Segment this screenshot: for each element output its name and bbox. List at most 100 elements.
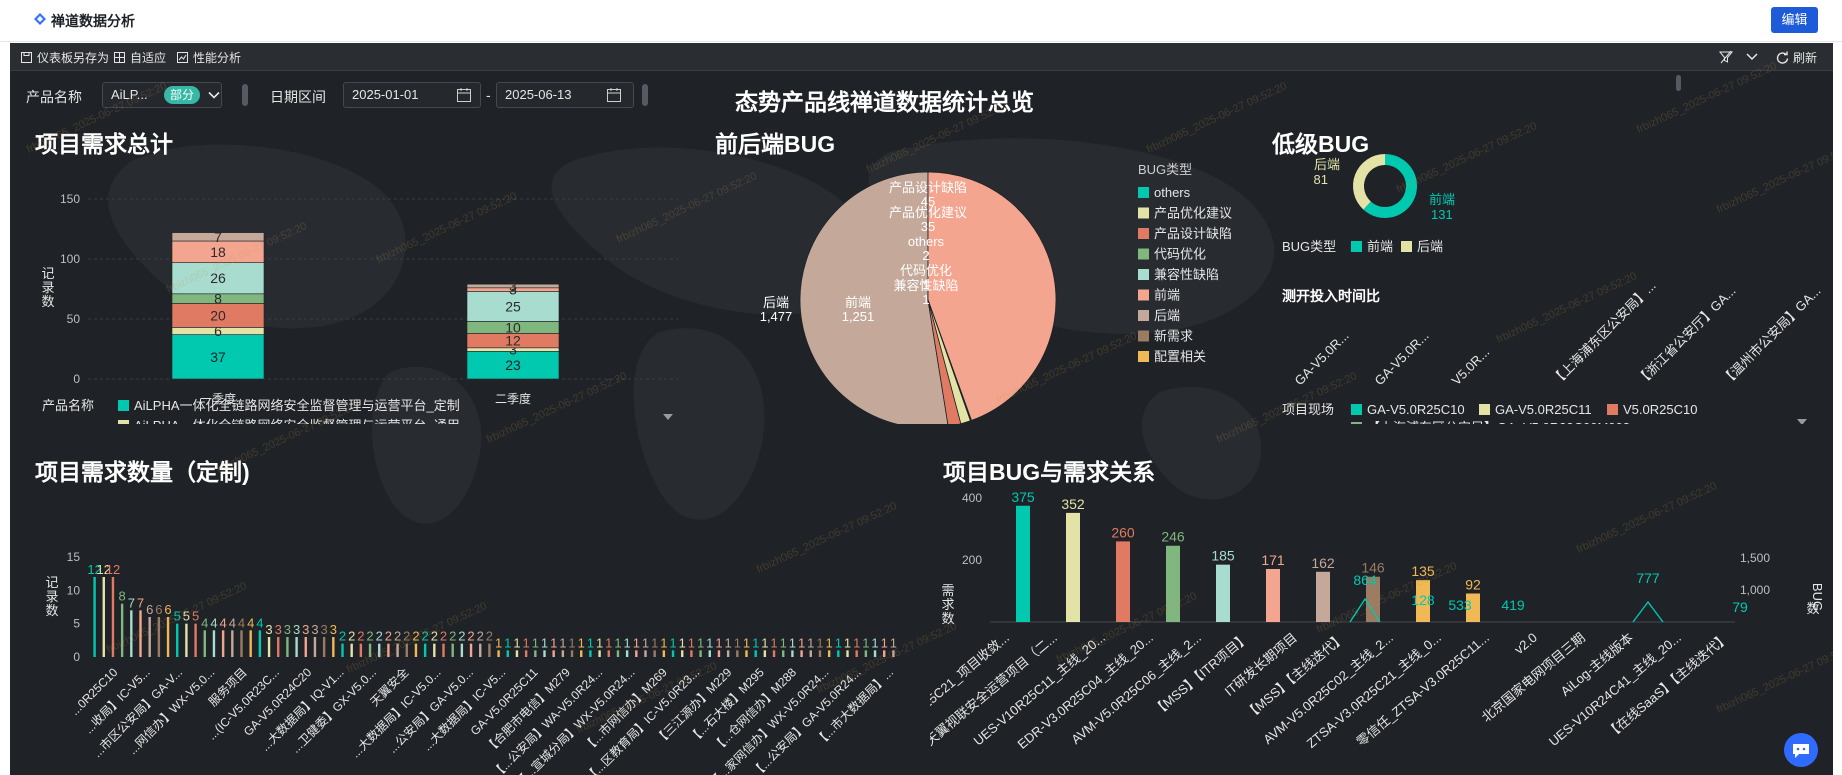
bar[interactable] [359, 643, 363, 657]
bar[interactable] [827, 650, 831, 657]
scroll-down-icon[interactable] [663, 414, 673, 420]
bar[interactable] [818, 650, 822, 657]
bar[interactable] [524, 650, 528, 657]
edit-button[interactable]: 编辑 [1771, 7, 1818, 33]
legend-swatch[interactable] [1138, 248, 1149, 260]
bar[interactable] [176, 623, 179, 657]
bar[interactable] [442, 643, 445, 657]
bar[interactable] [322, 637, 326, 657]
save-as-button[interactable]: 仪表板另存为 [20, 49, 109, 66]
bar[interactable] [194, 623, 197, 657]
bar[interactable] [772, 650, 776, 657]
bar[interactable] [185, 623, 188, 657]
bar[interactable] [405, 643, 408, 657]
bar[interactable] [534, 650, 537, 657]
bar[interactable] [414, 643, 418, 657]
bar[interactable] [139, 610, 142, 657]
bar[interactable] [506, 650, 509, 657]
bar[interactable] [846, 650, 849, 657]
legend-swatch[interactable] [1138, 207, 1149, 219]
chevron-down-icon[interactable] [1746, 52, 1758, 62]
bar[interactable] [855, 650, 858, 657]
bar[interactable] [873, 650, 877, 657]
bug-line[interactable] [1632, 600, 1664, 623]
refresh-button[interactable]: 刷新 [1776, 49, 1817, 66]
demand-bar[interactable] [1216, 564, 1230, 622]
bar[interactable] [598, 650, 601, 657]
bar[interactable] [754, 650, 757, 657]
bar[interactable] [681, 650, 684, 657]
bar[interactable] [267, 637, 271, 657]
legend-swatch[interactable] [1607, 404, 1618, 415]
bar[interactable] [809, 650, 812, 657]
bar[interactable] [221, 630, 225, 657]
bar[interactable] [580, 650, 583, 657]
bar[interactable] [644, 650, 647, 657]
bar[interactable] [451, 643, 454, 657]
bar[interactable] [148, 617, 151, 657]
legend-swatch[interactable] [1351, 241, 1362, 252]
donut-slice[interactable] [1353, 154, 1385, 210]
bar[interactable] [708, 650, 711, 657]
bar[interactable] [763, 650, 767, 657]
bar[interactable] [469, 643, 473, 657]
legend-swatch[interactable] [1138, 351, 1149, 362]
bar[interactable] [561, 650, 565, 657]
bar[interactable] [488, 643, 491, 657]
bar[interactable] [745, 650, 748, 657]
chat-assistant-icon[interactable] [1783, 732, 1819, 768]
bar[interactable] [616, 650, 620, 657]
bar[interactable] [690, 650, 693, 657]
bar[interactable] [240, 630, 243, 657]
bar[interactable] [671, 650, 675, 657]
bar[interactable] [892, 650, 895, 657]
bar[interactable] [800, 650, 803, 657]
bar[interactable] [864, 650, 868, 657]
bar[interactable] [736, 650, 739, 657]
bar[interactable] [166, 617, 170, 657]
bar[interactable] [460, 643, 464, 657]
bar[interactable] [295, 637, 298, 657]
bar[interactable] [515, 650, 519, 657]
demand-bar[interactable] [1116, 541, 1130, 622]
bar[interactable] [368, 643, 372, 657]
bar[interactable] [396, 643, 399, 657]
bar[interactable] [625, 650, 629, 657]
bar[interactable] [423, 643, 427, 657]
demand-bar[interactable] [1316, 571, 1330, 622]
legend-swatch[interactable] [1351, 404, 1362, 415]
scroll-down-icon[interactable] [1797, 419, 1807, 424]
legend-swatch[interactable] [1351, 422, 1362, 424]
bar[interactable] [231, 630, 234, 657]
legend-swatch[interactable] [118, 400, 129, 411]
bar[interactable] [130, 610, 133, 657]
bar[interactable] [589, 650, 592, 657]
bar[interactable] [662, 650, 666, 657]
bar[interactable] [653, 650, 656, 657]
legend-swatch[interactable] [1138, 269, 1149, 280]
product-filter-select[interactable]: AiLP... [102, 82, 222, 108]
bar[interactable] [258, 630, 262, 657]
bar[interactable] [304, 637, 307, 657]
perf-button[interactable]: 性能分析 [176, 49, 241, 66]
bar[interactable] [635, 650, 638, 657]
drag-handle[interactable] [642, 84, 648, 106]
bar[interactable] [726, 650, 730, 657]
bar[interactable] [203, 630, 206, 657]
bar[interactable] [212, 630, 216, 657]
demand-bar[interactable] [1266, 568, 1280, 622]
bar[interactable] [552, 650, 555, 657]
legend-swatch[interactable] [1138, 228, 1149, 239]
bar[interactable] [93, 577, 96, 657]
demand-bar[interactable] [1066, 512, 1080, 622]
auto-fit-button[interactable]: 自适应 [113, 49, 166, 66]
legend-swatch[interactable] [1138, 289, 1149, 301]
drag-handle[interactable] [242, 84, 248, 106]
demand-bar[interactable] [1166, 545, 1180, 622]
chevron-down-icon[interactable] [208, 91, 220, 100]
legend-swatch[interactable] [1401, 241, 1412, 252]
bar[interactable] [837, 650, 840, 657]
bar[interactable] [249, 630, 252, 657]
bar[interactable] [433, 643, 436, 657]
bar[interactable] [791, 650, 794, 657]
